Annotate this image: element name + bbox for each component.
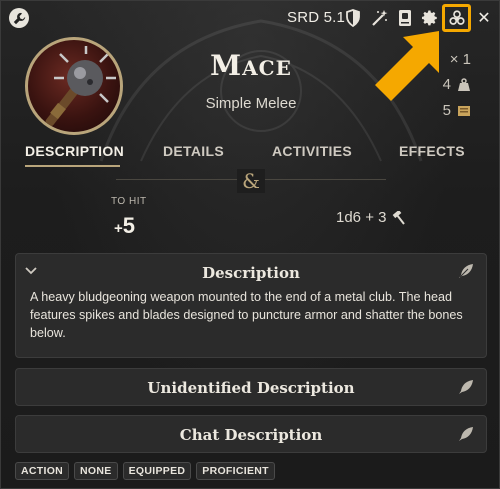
quantity-value: × 1 — [449, 51, 471, 68]
to-hit-value[interactable]: +5 — [114, 213, 135, 239]
active-tab-indicator — [25, 165, 120, 167]
window-header: SRD 5.1 ✕ — [1, 1, 500, 101]
item-weight: 4 — [443, 76, 471, 93]
item-price: 5 — [443, 102, 471, 119]
to-hit-label: TO HIT — [111, 196, 147, 207]
ampersand-ornament: & — [237, 169, 265, 193]
description-card-title: Description — [202, 264, 300, 282]
compendium-source-label: SRD 5.1 — [287, 9, 346, 26]
feather-edit-icon[interactable] — [458, 426, 474, 442]
shield-icon[interactable] — [343, 8, 363, 28]
tab-effects[interactable]: EFFECTS — [399, 143, 465, 159]
tab-activities[interactable]: ACTIVITIES — [272, 143, 352, 159]
damage-value: 1d6 + 3 — [336, 209, 387, 226]
close-icon[interactable]: ✕ — [474, 8, 494, 28]
weight-icon — [458, 77, 470, 91]
chevron-down-icon[interactable] — [24, 264, 38, 278]
tag-none: NONE — [74, 462, 118, 480]
description-text: A heavy bludgeoning weapon mounted to th… — [30, 290, 463, 340]
tag-proficient: PROFICIENT — [196, 462, 275, 480]
coin-icon — [458, 105, 470, 116]
hammer-icon — [393, 210, 406, 225]
weight-value: 4 — [442, 76, 451, 93]
unidentified-description-title: Unidentified Description — [147, 379, 355, 397]
tab-details[interactable]: DETAILS — [163, 143, 224, 159]
item-portrait[interactable] — [25, 37, 123, 135]
wrench-icon[interactable] — [9, 8, 29, 28]
item-type: Simple Melee — [205, 95, 297, 112]
to-hit-sign: + — [114, 220, 123, 237]
feather-edit-icon[interactable] — [458, 379, 474, 395]
feather-edit-icon[interactable] — [458, 263, 474, 279]
item-sheet: SRD 5.1 ✕ Mace Simple Melee × 1 4 5 DESC… — [0, 0, 500, 489]
chat-description-title: Chat Description — [179, 426, 323, 444]
to-hit-number: 5 — [122, 213, 136, 238]
item-quantity[interactable]: × 1 — [450, 51, 471, 68]
item-tags: ACTION NONE EQUIPPED PROFICIENT — [15, 462, 275, 480]
tag-equipped: EQUIPPED — [122, 462, 192, 480]
tab-description[interactable]: DESCRIPTION — [25, 143, 124, 159]
item-name[interactable]: Mace — [151, 49, 351, 82]
tag-action: ACTION — [15, 462, 70, 480]
damage-formula[interactable]: 1d6 + 3 — [336, 209, 406, 226]
unidentified-description-card[interactable]: Unidentified Description — [15, 368, 487, 406]
description-card: Description A heavy bludgeoning weapon m… — [15, 253, 487, 358]
chat-description-card[interactable]: Chat Description — [15, 415, 487, 453]
mace-icon — [45, 46, 116, 127]
price-value: 5 — [442, 102, 451, 119]
